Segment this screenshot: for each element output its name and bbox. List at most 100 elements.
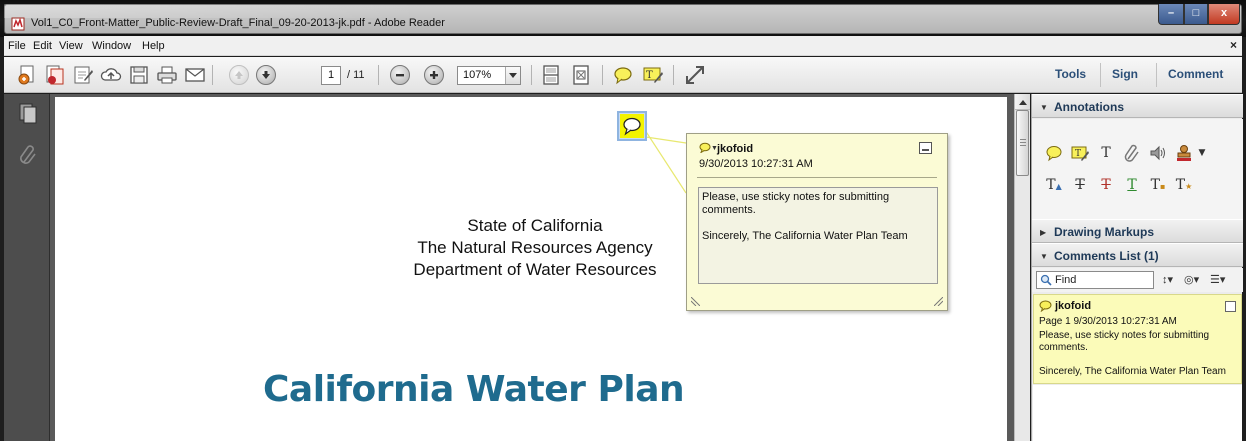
chevron-down-icon[interactable] — [505, 67, 520, 84]
cloud-upload-icon[interactable] — [100, 64, 122, 86]
resize-grip-icon[interactable] — [691, 297, 700, 306]
toolbar: 1 / 11 107% T Tools Sign Comment — [4, 57, 1242, 93]
attachments-icon[interactable] — [18, 144, 38, 166]
comments-list-header[interactable]: ▼ Comments List (1) — [1032, 243, 1243, 267]
arrow-up-icon — [235, 71, 243, 79]
popup-comment-text[interactable]: Please, use sticky notes for submitting … — [698, 187, 938, 284]
highlight-text-icon[interactable]: T — [642, 64, 664, 86]
create-pdf-icon[interactable] — [16, 64, 38, 86]
annotations-header[interactable]: ▼ Annotations — [1032, 94, 1243, 118]
sticky-note-popup[interactable]: ▼ jkofoid 9/30/2013 10:27:31 AM Please, … — [686, 133, 948, 311]
vertical-scrollbar[interactable] — [1014, 94, 1030, 441]
comment-text: Please, use sticky notes for submitting … — [1039, 330, 1226, 377]
expanded-triangle-icon: ▼ — [1040, 103, 1048, 112]
chevron-down-icon[interactable]: ▼ — [1192, 143, 1212, 163]
menu-bar: File Edit View Window Help × — [4, 36, 1242, 56]
menu-window[interactable]: Window — [92, 40, 131, 52]
save-icon[interactable] — [128, 64, 150, 86]
search-icon — [1040, 274, 1052, 286]
menu-file[interactable]: File — [8, 40, 26, 52]
menu-help[interactable]: Help — [142, 40, 165, 52]
sort-comments-icon[interactable]: ↕▾ — [1162, 273, 1173, 286]
tab-comment[interactable]: Comment — [1168, 67, 1223, 81]
annotations-label: Annotations — [1054, 100, 1124, 114]
svg-text:T: T — [646, 70, 653, 81]
print-icon[interactable] — [156, 64, 178, 86]
find-placeholder: Find — [1055, 274, 1077, 286]
sticky-note-icon[interactable] — [612, 64, 634, 86]
adobe-reader-icon — [11, 17, 25, 31]
minimize-button[interactable]: – — [1158, 4, 1184, 25]
arrow-down-icon — [262, 71, 270, 79]
drawing-markups-header[interactable]: ▶ Drawing Markups — [1032, 219, 1243, 243]
toolbar-divider — [673, 65, 674, 85]
replace-text-icon[interactable]: T — [1070, 175, 1090, 195]
collapsed-triangle-icon: ▶ — [1040, 228, 1047, 237]
combine-files-icon[interactable] — [44, 64, 66, 86]
zoom-in-button[interactable] — [424, 65, 444, 85]
popup-divider — [697, 177, 937, 178]
expand-fullscreen-icon[interactable] — [684, 64, 706, 86]
close-button[interactable]: x — [1208, 4, 1240, 25]
find-row: Find ↕▾ ◎▾ ☰▾ — [1032, 268, 1243, 292]
navigation-pane — [4, 94, 50, 441]
add-text-icon[interactable]: T — [1096, 143, 1116, 163]
popup-minimize-button[interactable] — [919, 142, 932, 154]
plus-icon — [430, 71, 438, 79]
comment-pane: ▼ Annotations T T ▼ T▲ T T T T▪ T★ ▶ Dra… — [1031, 94, 1243, 441]
resize-grip-icon[interactable] — [934, 297, 943, 306]
tab-sign[interactable]: Sign — [1112, 67, 1138, 81]
popup-author: jkofoid — [717, 143, 754, 155]
drawing-markups-label: Drawing Markups — [1054, 225, 1155, 239]
comments-list-blank — [1033, 385, 1242, 441]
scroll-thumb[interactable] — [1016, 110, 1029, 176]
note-leader-line — [642, 126, 687, 194]
maximize-button[interactable]: □ — [1184, 4, 1208, 25]
zoom-value: 107% — [463, 69, 492, 81]
menu-view[interactable]: View — [59, 40, 83, 52]
scroll-up-button[interactable] — [1015, 94, 1030, 110]
filter-comments-icon[interactable]: ◎▾ — [1184, 273, 1199, 286]
insert-text-icon[interactable]: T▲ — [1044, 175, 1064, 195]
popup-date: 9/30/2013 10:27:31 AM — [699, 158, 813, 170]
underline-icon[interactable]: T — [1122, 175, 1142, 195]
speech-bubble-icon — [623, 117, 641, 136]
sticky-note-icon[interactable] — [1044, 143, 1064, 163]
tab-divider — [1156, 63, 1157, 87]
fit-page-icon[interactable] — [570, 64, 592, 86]
edit-form-icon[interactable] — [72, 64, 94, 86]
toolbar-divider — [378, 65, 379, 85]
agency-line-department: Department of Water Resources — [413, 260, 657, 279]
options-icon[interactable]: ☰▾ — [1210, 273, 1225, 286]
strikethrough-icon[interactable]: T — [1096, 175, 1116, 195]
add-note-to-text-icon[interactable]: T▪ — [1148, 175, 1168, 195]
close-document-button[interactable]: × — [1230, 38, 1237, 52]
tab-tools[interactable]: Tools — [1055, 67, 1086, 81]
email-icon[interactable] — [184, 64, 206, 86]
page-number-input[interactable]: 1 — [321, 66, 341, 85]
comment-checkbox[interactable] — [1225, 301, 1236, 312]
expanded-triangle-icon: ▼ — [1040, 252, 1048, 261]
highlight-text-icon[interactable]: T — [1070, 143, 1090, 163]
text-callout-icon[interactable]: T★ — [1174, 175, 1194, 195]
zoom-out-button[interactable] — [390, 65, 410, 85]
record-audio-icon[interactable] — [1148, 143, 1168, 163]
toolbar-divider — [531, 65, 532, 85]
attach-file-icon[interactable] — [1122, 143, 1142, 163]
agency-line-agency: The Natural Resources Agency — [417, 238, 653, 257]
annotation-tools: T T ▼ T▲ T T T T▪ T★ — [1032, 119, 1243, 219]
menu-edit[interactable]: Edit — [33, 40, 52, 52]
svg-text:T: T — [1075, 149, 1081, 159]
scrolling-mode-icon[interactable] — [540, 64, 562, 86]
find-input[interactable]: Find — [1036, 271, 1154, 289]
stamp-icon[interactable] — [1174, 143, 1194, 163]
page-thumbnails-icon[interactable] — [19, 103, 37, 125]
previous-page-button[interactable] — [229, 65, 249, 85]
speech-bubble-icon — [699, 142, 711, 153]
zoom-select[interactable]: 107% — [457, 66, 521, 85]
next-page-button[interactable] — [256, 65, 276, 85]
comment-author[interactable]: jkofoid — [1055, 300, 1091, 312]
comments-list-label: Comments List (1) — [1054, 249, 1159, 263]
sticky-note-marker[interactable] — [617, 111, 647, 141]
comment-list-item[interactable]: jkofoid Page 1 9/30/2013 10:27:31 AM Ple… — [1033, 294, 1242, 384]
